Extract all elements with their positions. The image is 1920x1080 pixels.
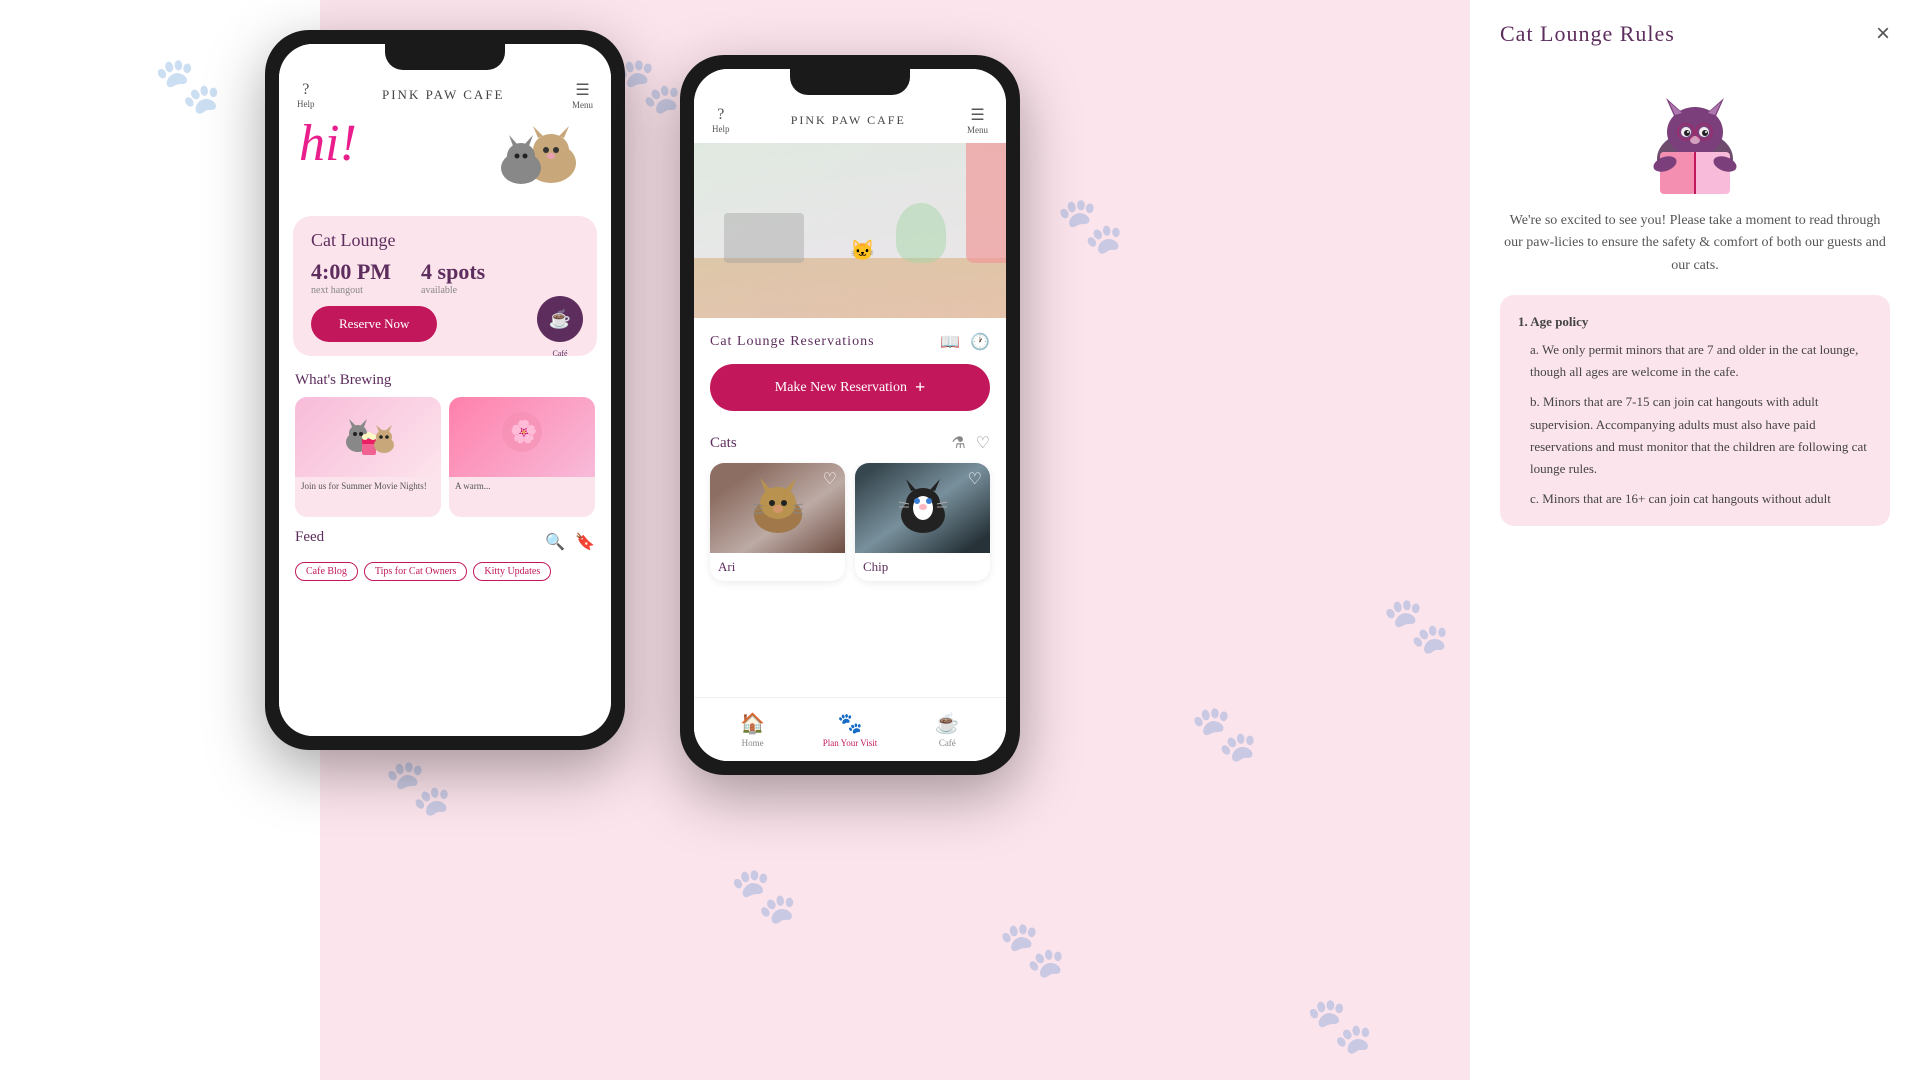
feed-tag-tips[interactable]: Tips for Cat Owners [364,562,468,581]
cafe-label: Café [552,349,567,358]
history-icon[interactable]: 🕐 [970,332,990,352]
cats-section: Cats ⚗ ♡ [694,433,1006,581]
rules-panel: Cat Lounge Rules × [1470,0,1920,1080]
brewing-card-2-img: 🌸 [449,397,595,477]
phone-center-shell: ? Help PINK PAW CAFE ☰ Menu [680,55,1020,775]
hi-section: hi! [279,118,611,208]
cat-card-ari[interactable]: ♡ Ari [710,463,845,581]
brewing-section: What's Brewing [279,364,611,521]
age-policy-heading: 1. Age policy [1518,311,1872,333]
svg-text:🌸: 🌸 [510,419,537,444]
lounge-hero-image: 🐱 [694,143,1006,318]
reservations-title: Cat Lounge Reservations [710,334,875,350]
lounge-spots: 4 spots [421,259,485,285]
brewing-card-1[interactable]: Join us for Summer Movie Nights! [295,397,441,517]
feed-search-icon[interactable]: 🔍 [545,532,565,552]
reserve-now-button[interactable]: Reserve Now [311,306,437,342]
rules-close-button[interactable]: × [1876,20,1890,48]
cat-card-chip[interactable]: ♡ Chip [855,463,990,581]
menu-button-center[interactable]: ☰ Menu [967,105,988,135]
phone-left-screen: ? Help PINK PAW CAFE ☰ Menu hi! [279,44,611,736]
brewing-cards: Join us for Summer Movie Nights! 🌸 A war… [295,397,595,517]
nav-plan[interactable]: 🐾 Plan Your Visit [801,711,898,748]
cat-illustration [491,108,601,213]
feed-bookmark-icon[interactable]: 🔖 [575,532,595,552]
rules-panel-title: Cat Lounge Rules [1500,21,1675,47]
cats-title: Cats [710,435,737,452]
cats-header: Cats ⚗ ♡ [710,433,990,453]
lounge-spots-label: available [421,285,485,296]
feed-section: Feed 🔍 🔖 Cafe Blog Tips for Cat Owners K… [279,521,611,585]
paw-icon: 🐾 [838,711,863,736]
home-icon: 🏠 [740,711,765,736]
menu-button-left[interactable]: ☰ Menu [572,80,593,110]
cat-ari-name: Ari [710,553,845,581]
brewing-card-2-label: A warm... [449,477,595,495]
phone-left-shell: ? Help PINK PAW CAFE ☰ Menu hi! [265,30,625,750]
brewing-card-1-label: Join us for Summer Movie Nights! [295,477,441,495]
feed-tags: Cafe Blog Tips for Cat Owners Kitty Upda… [295,562,595,581]
cafe-shortcut-button[interactable]: ☕ Café [537,296,583,342]
lounge-card-title: Cat Lounge [311,230,579,251]
rule-a: a. We only permit minors that are 7 and … [1518,339,1872,383]
plan-nav-label: Plan Your Visit [823,738,878,748]
lounge-time: 4:00 PM [311,259,391,285]
reservations-header: Cat Lounge Reservations 📖 🕐 [710,332,990,352]
ari-heart-button[interactable]: ♡ [823,469,837,489]
feed-tag-cafe-blog[interactable]: Cafe Blog [295,562,358,581]
help-button-center[interactable]: ? Help [712,106,730,134]
rule-c: c. Minors that are 16+ can join cat hang… [1518,488,1872,510]
make-reservation-button[interactable]: Make New Reservation + [710,364,990,411]
nav-cafe[interactable]: ☕ Café [899,711,996,748]
brewing-card-1-img [295,397,441,477]
bottom-navigation: 🏠 Home 🐾 Plan Your Visit ☕ Café [694,697,1006,761]
help-button-left[interactable]: ? Help [297,81,315,109]
lounge-time-label: next hangout [311,285,391,296]
make-reservation-label: Make New Reservation [775,380,907,396]
phone-left: ? Help PINK PAW CAFE ☰ Menu hi! [265,30,625,750]
phone-center-notch [790,69,910,95]
cafe-nav-label: Café [939,738,956,748]
book-icon[interactable]: 📖 [940,332,960,352]
phone-left-notch [385,44,505,70]
brewing-title: What's Brewing [295,372,595,389]
coffee-icon: ☕ [549,309,571,330]
feed-header: Feed 🔍 🔖 [295,529,595,554]
cats-grid: ♡ Ari [710,463,990,581]
rule-b: b. Minors that are 7-15 can join cat han… [1518,391,1872,479]
phone-center-screen: ? Help PINK PAW CAFE ☰ Menu [694,69,1006,761]
feed-title: Feed [295,529,324,546]
brewing-card-2[interactable]: 🌸 A warm... [449,397,595,517]
cat-chip-name: Chip [855,553,990,581]
rules-intro-text: We're so excited to see you! Please take… [1500,210,1890,277]
nav-home[interactable]: 🏠 Home [704,711,801,748]
lounge-card: Cat Lounge 4:00 PM next hangout 4 spots … [293,216,597,356]
lounge-stats: 4:00 PM next hangout 4 spots available [311,259,579,296]
cats-heart-icon[interactable]: ♡ [976,433,990,453]
chip-heart-button[interactable]: ♡ [968,469,982,489]
plus-icon: + [915,377,925,398]
cafe-icon: ☕ [935,711,960,736]
rules-content-box: 1. Age policy a. We only permit minors t… [1500,295,1890,526]
reservations-section: Cat Lounge Reservations 📖 🕐 Make New Res… [694,318,1006,433]
home-nav-label: Home [742,738,764,748]
rules-panel-header: Cat Lounge Rules × [1500,20,1890,48]
app-title-center: PINK PAW CAFE [791,113,906,128]
phone-center: ? Help PINK PAW CAFE ☰ Menu [680,55,1020,775]
cats-filter-icon[interactable]: ⚗ [951,433,965,453]
app-title-left: PINK PAW CAFE [382,87,504,103]
feed-tag-kitty[interactable]: Kitty Updates [473,562,551,581]
rules-cat-illustration [1500,64,1890,194]
